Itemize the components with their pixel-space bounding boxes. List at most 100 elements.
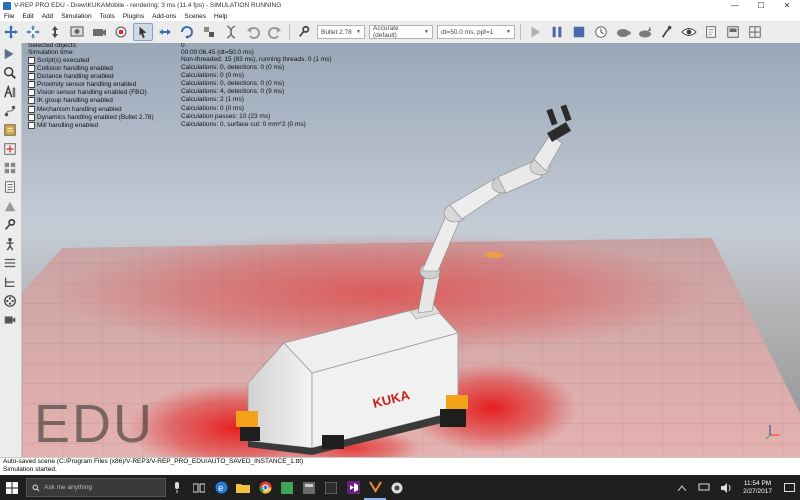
engine-select[interactable]: Bullet 2.78 ▼	[317, 25, 365, 39]
object-rotate-button[interactable]	[177, 23, 197, 41]
toolbar-separator	[289, 24, 290, 40]
assemble-button[interactable]	[199, 23, 219, 41]
simulation-info-panel: Selected objects: 0 Simulation time: 00:00…	[28, 43, 448, 130]
fit-view-button[interactable]	[111, 23, 131, 41]
click-selection-button[interactable]	[133, 23, 153, 41]
visualization-button[interactable]	[679, 23, 699, 41]
calculation-modules-button[interactable]	[2, 141, 18, 157]
selection-list-button[interactable]	[2, 255, 18, 271]
redo-button[interactable]	[265, 23, 285, 41]
menu-add[interactable]: Add	[38, 13, 58, 20]
camera-pan-button[interactable]	[1, 23, 21, 41]
minimize-button[interactable]: —	[722, 0, 748, 11]
object-shift-button[interactable]	[155, 23, 175, 41]
transfer-dna-button[interactable]	[221, 23, 241, 41]
taskbar-task-view[interactable]	[188, 475, 210, 500]
app-terminal-icon	[325, 481, 337, 494]
checkbox[interactable]	[28, 56, 35, 64]
menu-edit[interactable]: Edit	[18, 13, 37, 20]
tray-network[interactable]	[693, 475, 715, 500]
start-simulation-button[interactable]	[525, 23, 545, 41]
taskbar-app-dark[interactable]	[320, 475, 342, 500]
video-recorder-button[interactable]	[2, 312, 18, 328]
info-key: Proximity sensor handling enabled	[37, 81, 137, 89]
tray-notifications[interactable]	[778, 475, 800, 500]
menu-scenes[interactable]: Scenes	[180, 13, 210, 20]
camera-shift-button[interactable]	[45, 23, 65, 41]
scripts-button[interactable]	[2, 179, 18, 195]
checkbox[interactable]	[28, 81, 35, 89]
collections-button[interactable]	[2, 160, 18, 176]
taskbar-microphone[interactable]	[166, 475, 188, 500]
scene-hierarchy-toggle-button[interactable]	[701, 23, 721, 41]
taskbar-vrep[interactable]	[364, 475, 386, 500]
layers-button[interactable]	[723, 23, 743, 41]
undo-button[interactable]	[243, 23, 263, 41]
path-edit-button[interactable]	[2, 103, 18, 119]
scene-viewport[interactable]: KUKA Selected objects: 0 Simulation time:…	[22, 43, 800, 457]
chrome-icon	[259, 481, 271, 494]
maximize-button[interactable]: ☐	[748, 0, 774, 11]
engine-icon-button[interactable]	[294, 23, 314, 41]
film-button[interactable]	[2, 293, 18, 309]
checkbox[interactable]	[28, 73, 35, 81]
window-controls: — ☐ ✕	[722, 0, 800, 11]
taskbar-app-green[interactable]	[276, 475, 298, 500]
taskbar-chrome[interactable]	[254, 475, 276, 500]
clock[interactable]: 11:54 PM 2/27/2017	[743, 480, 772, 496]
checkbox[interactable]	[28, 97, 35, 105]
info-key: Mechanism handling enabled	[37, 105, 122, 113]
timestep-select[interactable]: dt=50.0 ms, ppf=1 ▼	[437, 25, 515, 39]
taskbar-app-misc[interactable]	[386, 475, 408, 500]
title-bar: V-REP PRO EDU - Drew\KUKAMobile - render…	[0, 0, 800, 11]
tray-up-arrow[interactable]	[671, 475, 693, 500]
checkbox[interactable]	[28, 105, 35, 113]
menu-simulation[interactable]: Simulation	[57, 13, 95, 20]
user-settings-button[interactable]	[2, 217, 18, 233]
taskbar-app-gray[interactable]	[298, 475, 320, 500]
page-selector-button[interactable]	[745, 23, 765, 41]
start-button[interactable]	[0, 475, 24, 500]
taskbar-edge[interactable]: e	[210, 475, 232, 500]
taskbar-explorer[interactable]	[232, 475, 254, 500]
properties-icon	[4, 124, 16, 136]
menu-plugins[interactable]: Plugins	[119, 13, 148, 20]
real-time-button[interactable]	[591, 23, 611, 41]
menu-tools[interactable]: Tools	[96, 13, 119, 20]
shapes-icon	[4, 201, 16, 212]
pause-simulation-button[interactable]	[547, 23, 567, 41]
hierarchy-button[interactable]	[2, 274, 18, 290]
calc-icon	[4, 143, 16, 155]
checkbox[interactable]	[28, 64, 35, 72]
object-properties-button[interactable]	[2, 122, 18, 138]
camera-angle-button[interactable]	[89, 23, 109, 41]
speed-up-button[interactable]	[635, 23, 655, 41]
stop-simulation-button[interactable]	[569, 23, 589, 41]
tray-volume[interactable]	[715, 475, 737, 500]
slow-down-button[interactable]	[613, 23, 633, 41]
taskbar-search[interactable]: Ask me anything	[26, 478, 166, 497]
info-key: Collision handling enabled	[37, 65, 113, 73]
menu-help[interactable]: Help	[210, 13, 231, 20]
shapes-button[interactable]	[2, 198, 18, 214]
shape-edit-button[interactable]	[2, 84, 18, 100]
chevron-up-icon	[678, 484, 687, 491]
taskbar-visual-studio[interactable]	[342, 475, 364, 500]
checkbox[interactable]	[28, 113, 35, 121]
camera-zoom-button[interactable]	[67, 23, 87, 41]
menu-add-ons[interactable]: Add-ons	[148, 13, 180, 20]
search-icon	[4, 67, 16, 79]
ik-button[interactable]	[2, 236, 18, 252]
camera-rotate-button[interactable]	[23, 23, 43, 41]
checkbox[interactable]	[28, 89, 35, 97]
threaded-rendering-button[interactable]	[657, 23, 677, 41]
toolbar-separator	[520, 24, 521, 40]
close-button[interactable]: ✕	[774, 0, 800, 11]
pause-icon	[552, 26, 562, 38]
accuracy-select[interactable]: Accurate (default) ▼	[369, 25, 433, 39]
search-button[interactable]	[2, 65, 18, 81]
model-browser-button[interactable]	[2, 46, 18, 62]
menu-file[interactable]: File	[0, 13, 18, 20]
checkbox[interactable]	[28, 121, 35, 129]
chevron-down-icon: ▼	[424, 29, 429, 35]
